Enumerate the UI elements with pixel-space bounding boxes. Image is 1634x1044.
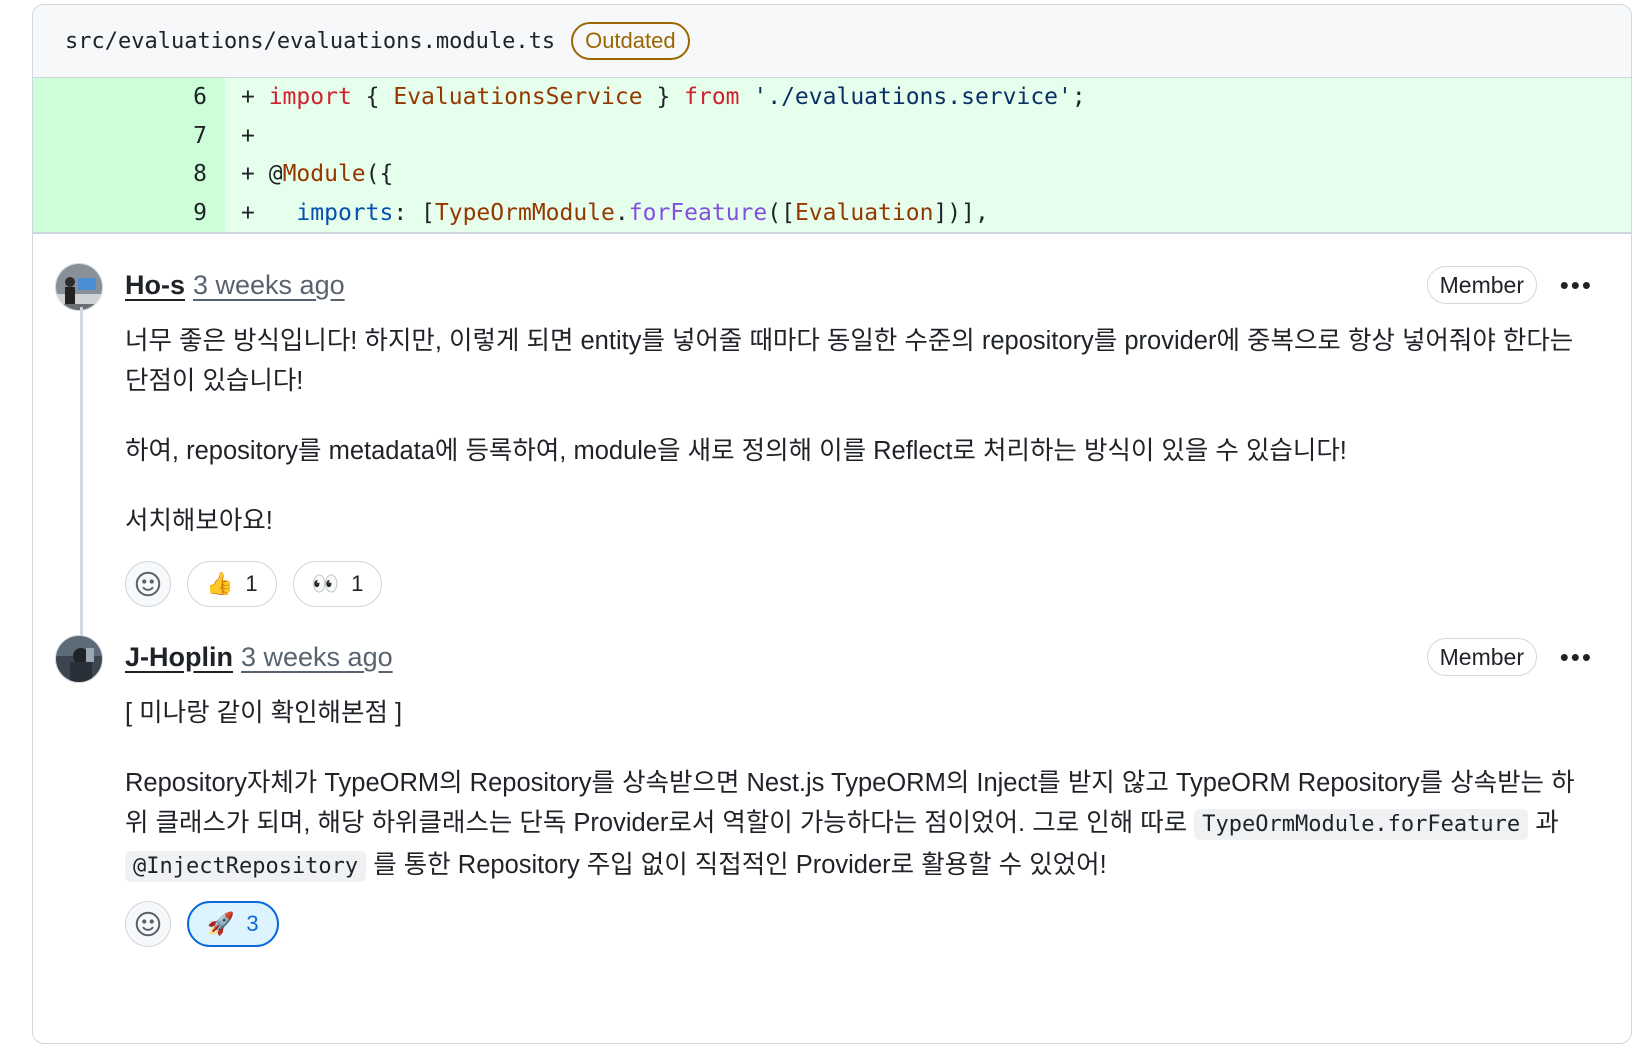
- code-text: + import { EvaluationsService } from './…: [225, 78, 1631, 117]
- reactions-bar: 👍 1 👀 1: [125, 561, 1591, 607]
- diff-line: 9 + imports: [TypeOrmModule. forFeature([E…: [33, 193, 1631, 232]
- outdated-badge: Outdated: [571, 22, 690, 60]
- kebab-horizontal-icon[interactable]: •••: [1560, 642, 1593, 673]
- file-path-link[interactable]: src/evaluations/evaluations.module.ts: [65, 29, 555, 54]
- author-link[interactable]: Ho-s: [125, 270, 185, 301]
- comment-paragraph: Repository자체가 TypeORM의 Repository를 상속받으면…: [125, 763, 1591, 887]
- comment-ho-s: Ho-s 3 weeks ago Member ••• 너무 좋은 방식입니다!…: [33, 263, 1631, 613]
- comment-j-hoplin: J-Hoplin 3 weeks ago Member ••• [ 미나랑 같이…: [33, 635, 1631, 985]
- line-number[interactable]: 9: [33, 193, 225, 232]
- reaction-thumbs-up[interactable]: 👍 1: [187, 561, 277, 607]
- member-badge: Member: [1426, 638, 1537, 676]
- kebab-horizontal-icon[interactable]: •••: [1560, 270, 1593, 301]
- timestamp-link[interactable]: 3 weeks ago: [193, 270, 345, 301]
- reaction-rocket[interactable]: 🚀 3: [187, 901, 279, 947]
- diff-line: 7 +: [33, 116, 1631, 155]
- line-number[interactable]: 6: [33, 78, 225, 117]
- comment-header: J-Hoplin 3 weeks ago Member •••: [125, 637, 1591, 677]
- comment-paragraph: 서치해보아요!: [125, 507, 273, 535]
- reaction-eyes[interactable]: 👀 1: [292, 561, 383, 607]
- diff-line: 6 + import { EvaluationsService } from '.…: [33, 78, 1631, 117]
- smiley-icon: [135, 911, 161, 937]
- smiley-icon: [135, 571, 161, 597]
- reactions-bar: 🚀 3: [125, 901, 1591, 947]
- comment-paragraph: [ 미나랑 같이 확인해본점 ]: [125, 699, 403, 727]
- comment-header: Ho-s 3 weeks ago Member •••: [125, 265, 1591, 305]
- thread-connector: [80, 307, 83, 637]
- code-text: + @ Module({: [225, 155, 1631, 194]
- timestamp-link[interactable]: 3 weeks ago: [241, 642, 393, 673]
- add-reaction-button[interactable]: [125, 561, 171, 607]
- file-header: src/evaluations/evaluations.module.ts Ou…: [33, 5, 1631, 78]
- member-badge: Member: [1426, 266, 1537, 304]
- inline-code: @InjectRepository: [125, 851, 367, 882]
- add-reaction-button[interactable]: [125, 901, 171, 947]
- author-link[interactable]: J-Hoplin: [125, 642, 233, 673]
- comment-paragraph: 너무 좋은 방식입니다! 하지만, 이렇게 되면 entity를 넣어줄 때마다…: [125, 327, 1574, 395]
- diff-hunk: 6 + import { EvaluationsService } from '.…: [33, 78, 1631, 232]
- diff-line: 8 + @ Module({: [33, 155, 1631, 194]
- line-number[interactable]: 8: [33, 155, 225, 194]
- code-text: +: [225, 116, 1631, 155]
- line-number[interactable]: 7: [33, 116, 225, 155]
- code-text: + imports: [TypeOrmModule. forFeature([Ev…: [225, 193, 1631, 232]
- review-thread-card: src/evaluations/evaluations.module.ts Ou…: [32, 4, 1632, 1044]
- inline-code: TypeOrmModule.forFeature: [1194, 809, 1529, 840]
- comment-paragraph: 하여, repository를 metadata에 등록하여, module을 …: [125, 437, 1347, 465]
